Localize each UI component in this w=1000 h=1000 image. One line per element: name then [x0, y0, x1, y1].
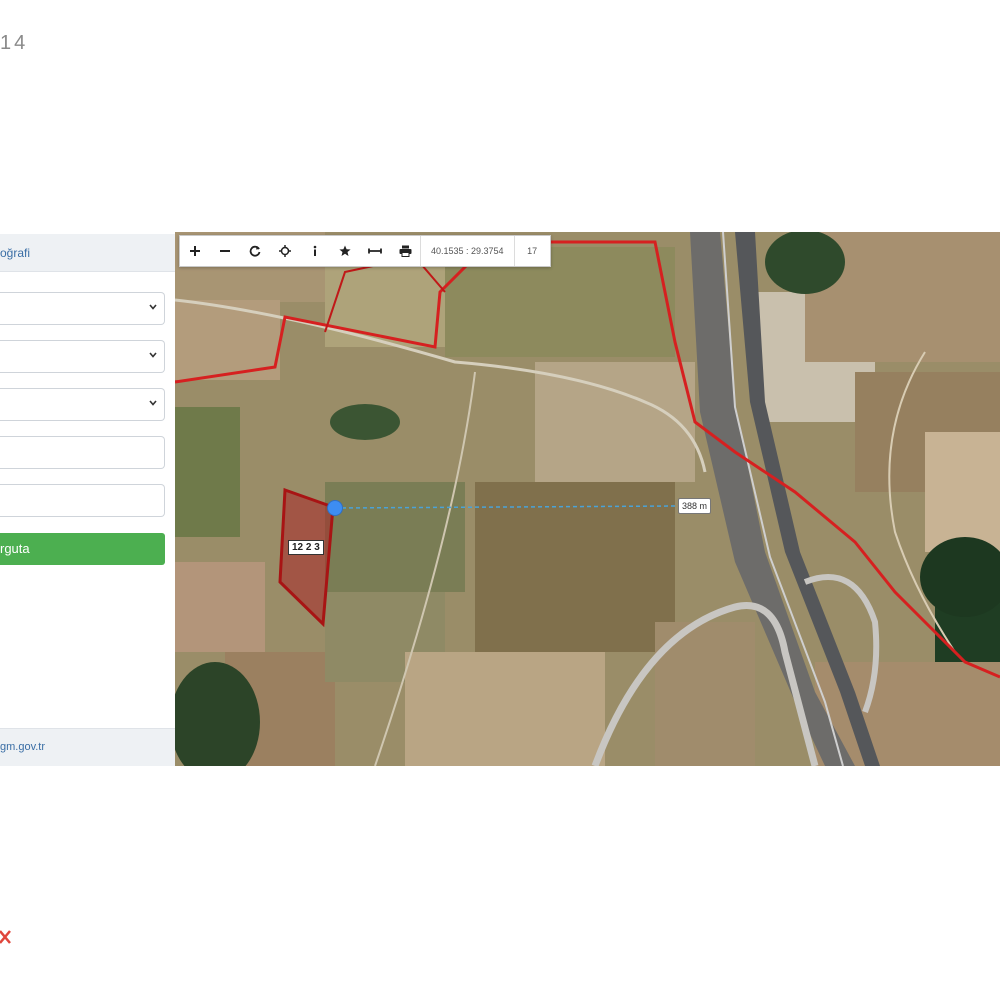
zoom-out-button[interactable] — [210, 236, 240, 266]
measure-button[interactable] — [360, 236, 390, 266]
query-button[interactable]: rguta — [0, 533, 165, 565]
info-icon — [313, 245, 317, 256]
star-icon — [339, 245, 351, 256]
parcel-number-input[interactable] — [0, 484, 165, 517]
page-number: 14 — [0, 32, 29, 54]
sidebar-footer: gm.gov.tr — [0, 728, 175, 766]
district-select[interactable] — [0, 340, 165, 373]
sidebar-header: oğrafi — [0, 234, 175, 272]
info-button[interactable] — [300, 236, 330, 266]
neighborhood-select[interactable] — [0, 388, 165, 421]
chevron-down-icon — [149, 304, 157, 310]
distance-label: 388 m — [678, 498, 712, 514]
ruler-icon — [368, 248, 382, 254]
chevron-down-icon — [149, 400, 157, 406]
chevron-down-icon — [149, 352, 157, 358]
crosshair-icon — [279, 245, 291, 257]
locate-button[interactable] — [270, 236, 300, 266]
query-sidebar: oğrafi rguta gm.gov.tr — [0, 234, 175, 766]
refresh-button[interactable] — [240, 236, 270, 266]
minus-icon — [220, 250, 230, 252]
page: 14 oğrafi rguta gm.gov.tr 12 2 3 388 m 4… — [0, 0, 1000, 1000]
block-number-input[interactable] — [0, 436, 165, 469]
zoom-in-button[interactable] — [180, 236, 210, 266]
coordinate-readout: 40.1535 : 29.3754 — [420, 236, 514, 266]
footer-link[interactable]: gm.gov.tr — [0, 741, 45, 753]
logo-mark-icon — [0, 930, 11, 944]
province-select[interactable] — [0, 292, 165, 325]
zoom-level-readout: 17 — [513, 236, 550, 266]
parcel-label: 12 2 3 — [288, 540, 324, 555]
map-view[interactable]: 12 2 3 388 m 40.1535: 29.3754 17 — [175, 232, 1000, 766]
favorite-button[interactable] — [330, 236, 360, 266]
refresh-icon — [249, 245, 261, 257]
print-button[interactable] — [390, 236, 420, 266]
printer-icon — [399, 245, 411, 257]
location-marker[interactable] — [327, 500, 343, 516]
map-toolbar: 40.1535 : 29.3754 17 — [179, 235, 551, 267]
sidebar-header-link[interactable]: oğrafi — [0, 246, 30, 260]
plus-icon — [190, 246, 200, 256]
satellite-imagery — [175, 232, 1000, 766]
